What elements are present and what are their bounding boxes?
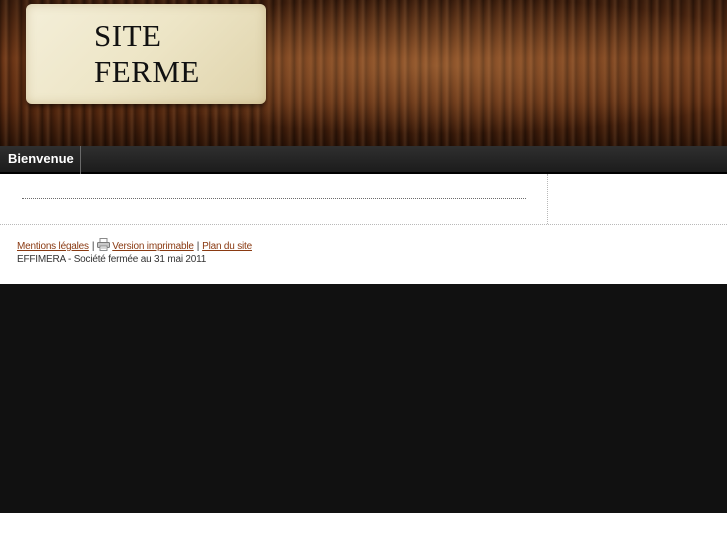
content-divider	[22, 198, 526, 199]
copyright-text: EFFIMERA - Société fermée au 31 mai 2011	[17, 254, 207, 265]
page-background-dark	[0, 284, 727, 513]
footer-divider	[0, 224, 727, 225]
printable-version-link[interactable]: Version imprimable	[112, 241, 194, 252]
link-separator: |	[196, 241, 200, 252]
site-title[interactable]: SITE FERME	[94, 18, 254, 90]
main-navigation: Bienvenue	[0, 146, 727, 174]
legal-notice-link[interactable]: Mentions légales	[17, 241, 89, 252]
page-bottom-strip	[0, 513, 727, 545]
main-column	[0, 174, 548, 224]
site-title-plate: SITE FERME	[26, 4, 266, 104]
site-title-line-2: FERME	[94, 54, 200, 89]
header-banner: SITE FERME	[0, 0, 727, 146]
sitemap-link[interactable]: Plan du site	[202, 241, 252, 252]
link-separator: |	[91, 241, 95, 252]
site-title-line-1: SITE	[94, 18, 162, 53]
footer-links: Mentions légales | Version imprimable | Plan…	[17, 238, 252, 252]
content-area: Mentions légales | Version imprimable | Plan…	[0, 174, 727, 284]
nav-item-bienvenue[interactable]: Bienvenue	[0, 146, 81, 174]
printer-icon[interactable]	[97, 238, 111, 251]
